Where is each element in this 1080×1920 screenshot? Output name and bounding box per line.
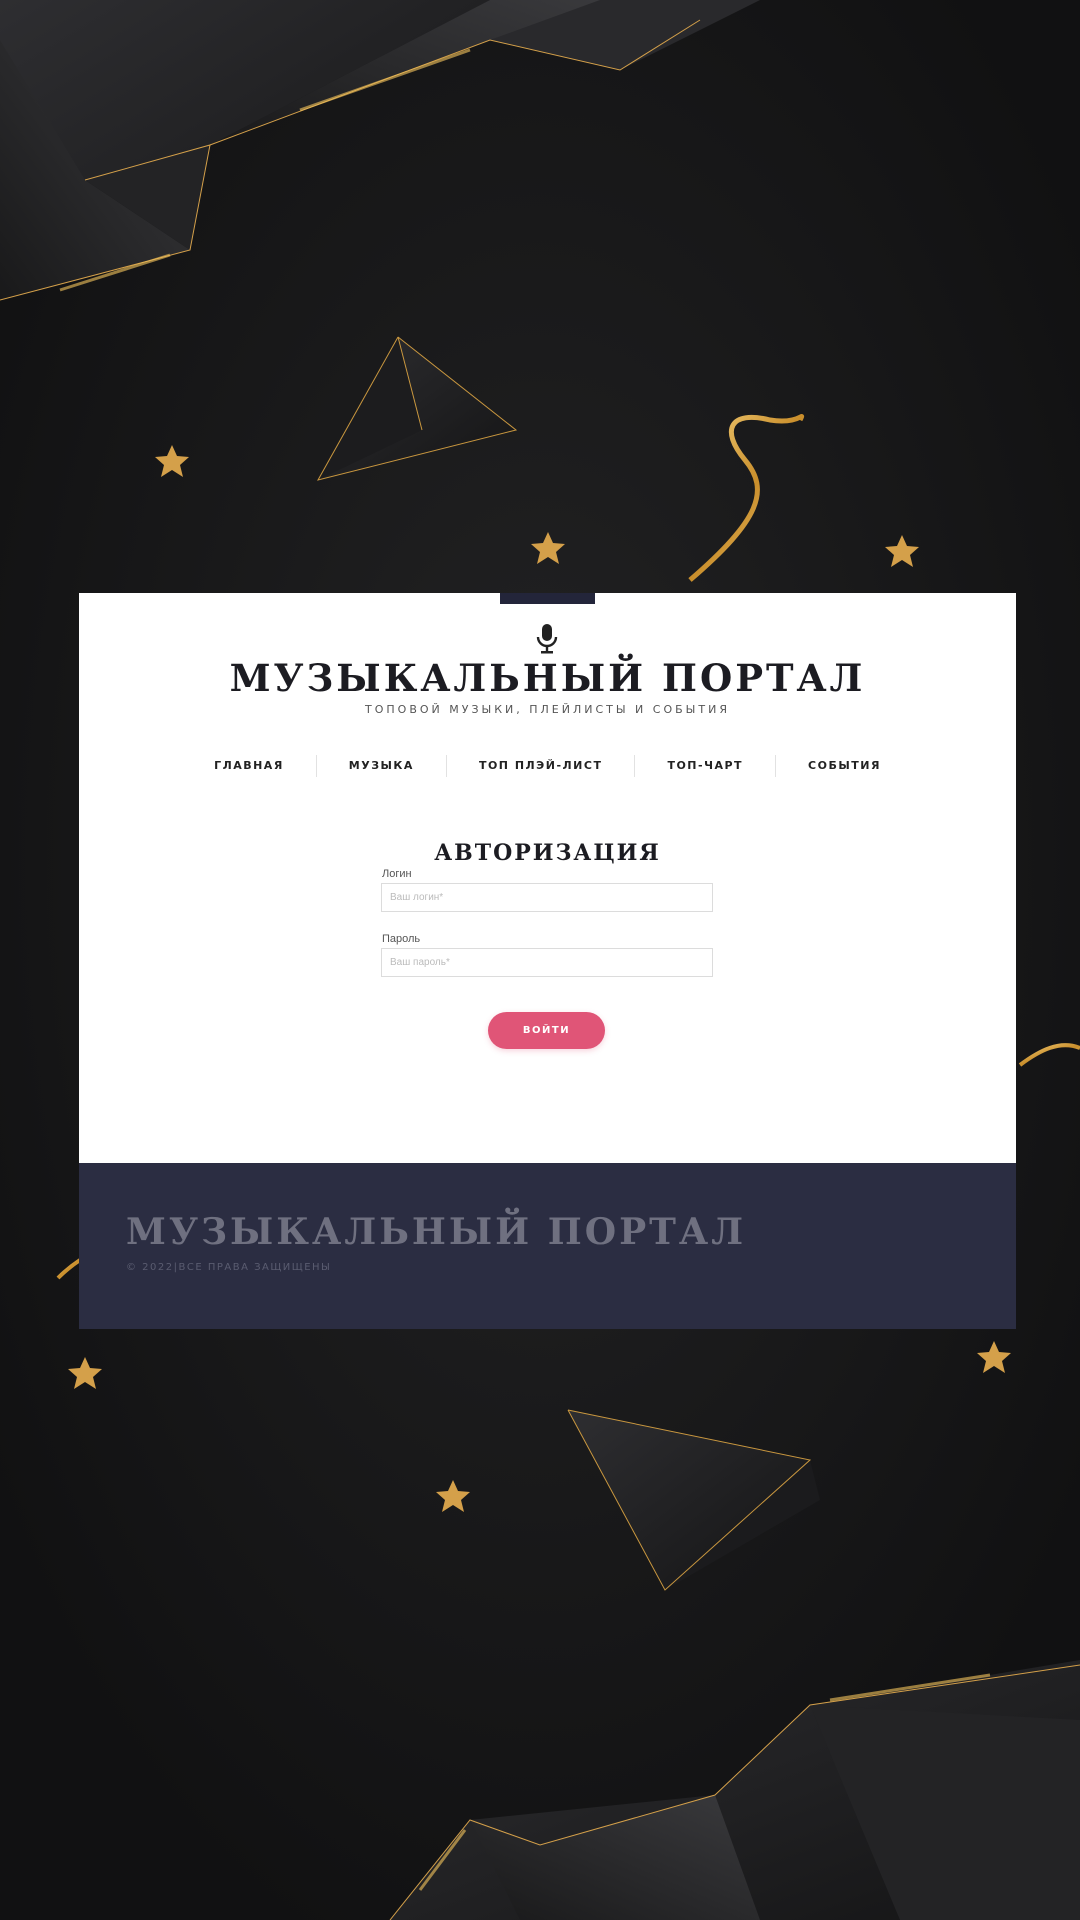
- auth-card: МУЗЫКАЛЬНЫЙ ПОРТАЛ ТОПОВОЙ МУЗЫКИ, ПЛЕЙЛ…: [79, 593, 1016, 1163]
- nav-item-top-chart[interactable]: ТОП-ЧАРТ: [635, 755, 775, 777]
- microphone-icon: [536, 624, 558, 654]
- card-tab-accent: [500, 593, 595, 604]
- login-button[interactable]: ВОЙТИ: [488, 1012, 605, 1049]
- login-input[interactable]: [381, 883, 713, 912]
- nav-item-music[interactable]: МУЗЫКА: [317, 755, 446, 777]
- nav-item-home[interactable]: ГЛАВНАЯ: [182, 755, 316, 777]
- nav-item-events[interactable]: СОБЫТИЯ: [776, 755, 913, 777]
- main-nav: ГЛАВНАЯ МУЗЫКА ТОП ПЛЭЙ-ЛИСТ ТОП-ЧАРТ СО…: [79, 755, 1016, 777]
- password-input[interactable]: [381, 948, 713, 977]
- auth-title: АВТОРИЗАЦИЯ: [434, 840, 661, 866]
- footer-title: МУЗЫКАЛЬНЫЙ ПОРТАЛ: [126, 1211, 747, 1253]
- nav-item-top-playlist[interactable]: ТОП ПЛЭЙ-ЛИСТ: [447, 755, 635, 777]
- password-label: Пароль: [382, 933, 421, 945]
- login-label: Логин: [382, 868, 412, 880]
- footer-copyright: © 2022|ВСЕ ПРАВА ЗАЩИЩЕНЫ: [126, 1262, 332, 1273]
- site-title: МУЗЫКАЛЬНЫЙ ПОРТАЛ: [229, 656, 866, 700]
- footer: МУЗЫКАЛЬНЫЙ ПОРТАЛ © 2022|ВСЕ ПРАВА ЗАЩИ…: [79, 1163, 1016, 1329]
- site-subtitle: ТОПОВОЙ МУЗЫКИ, ПЛЕЙЛИСТЫ И СОБЫТИЯ: [365, 703, 730, 716]
